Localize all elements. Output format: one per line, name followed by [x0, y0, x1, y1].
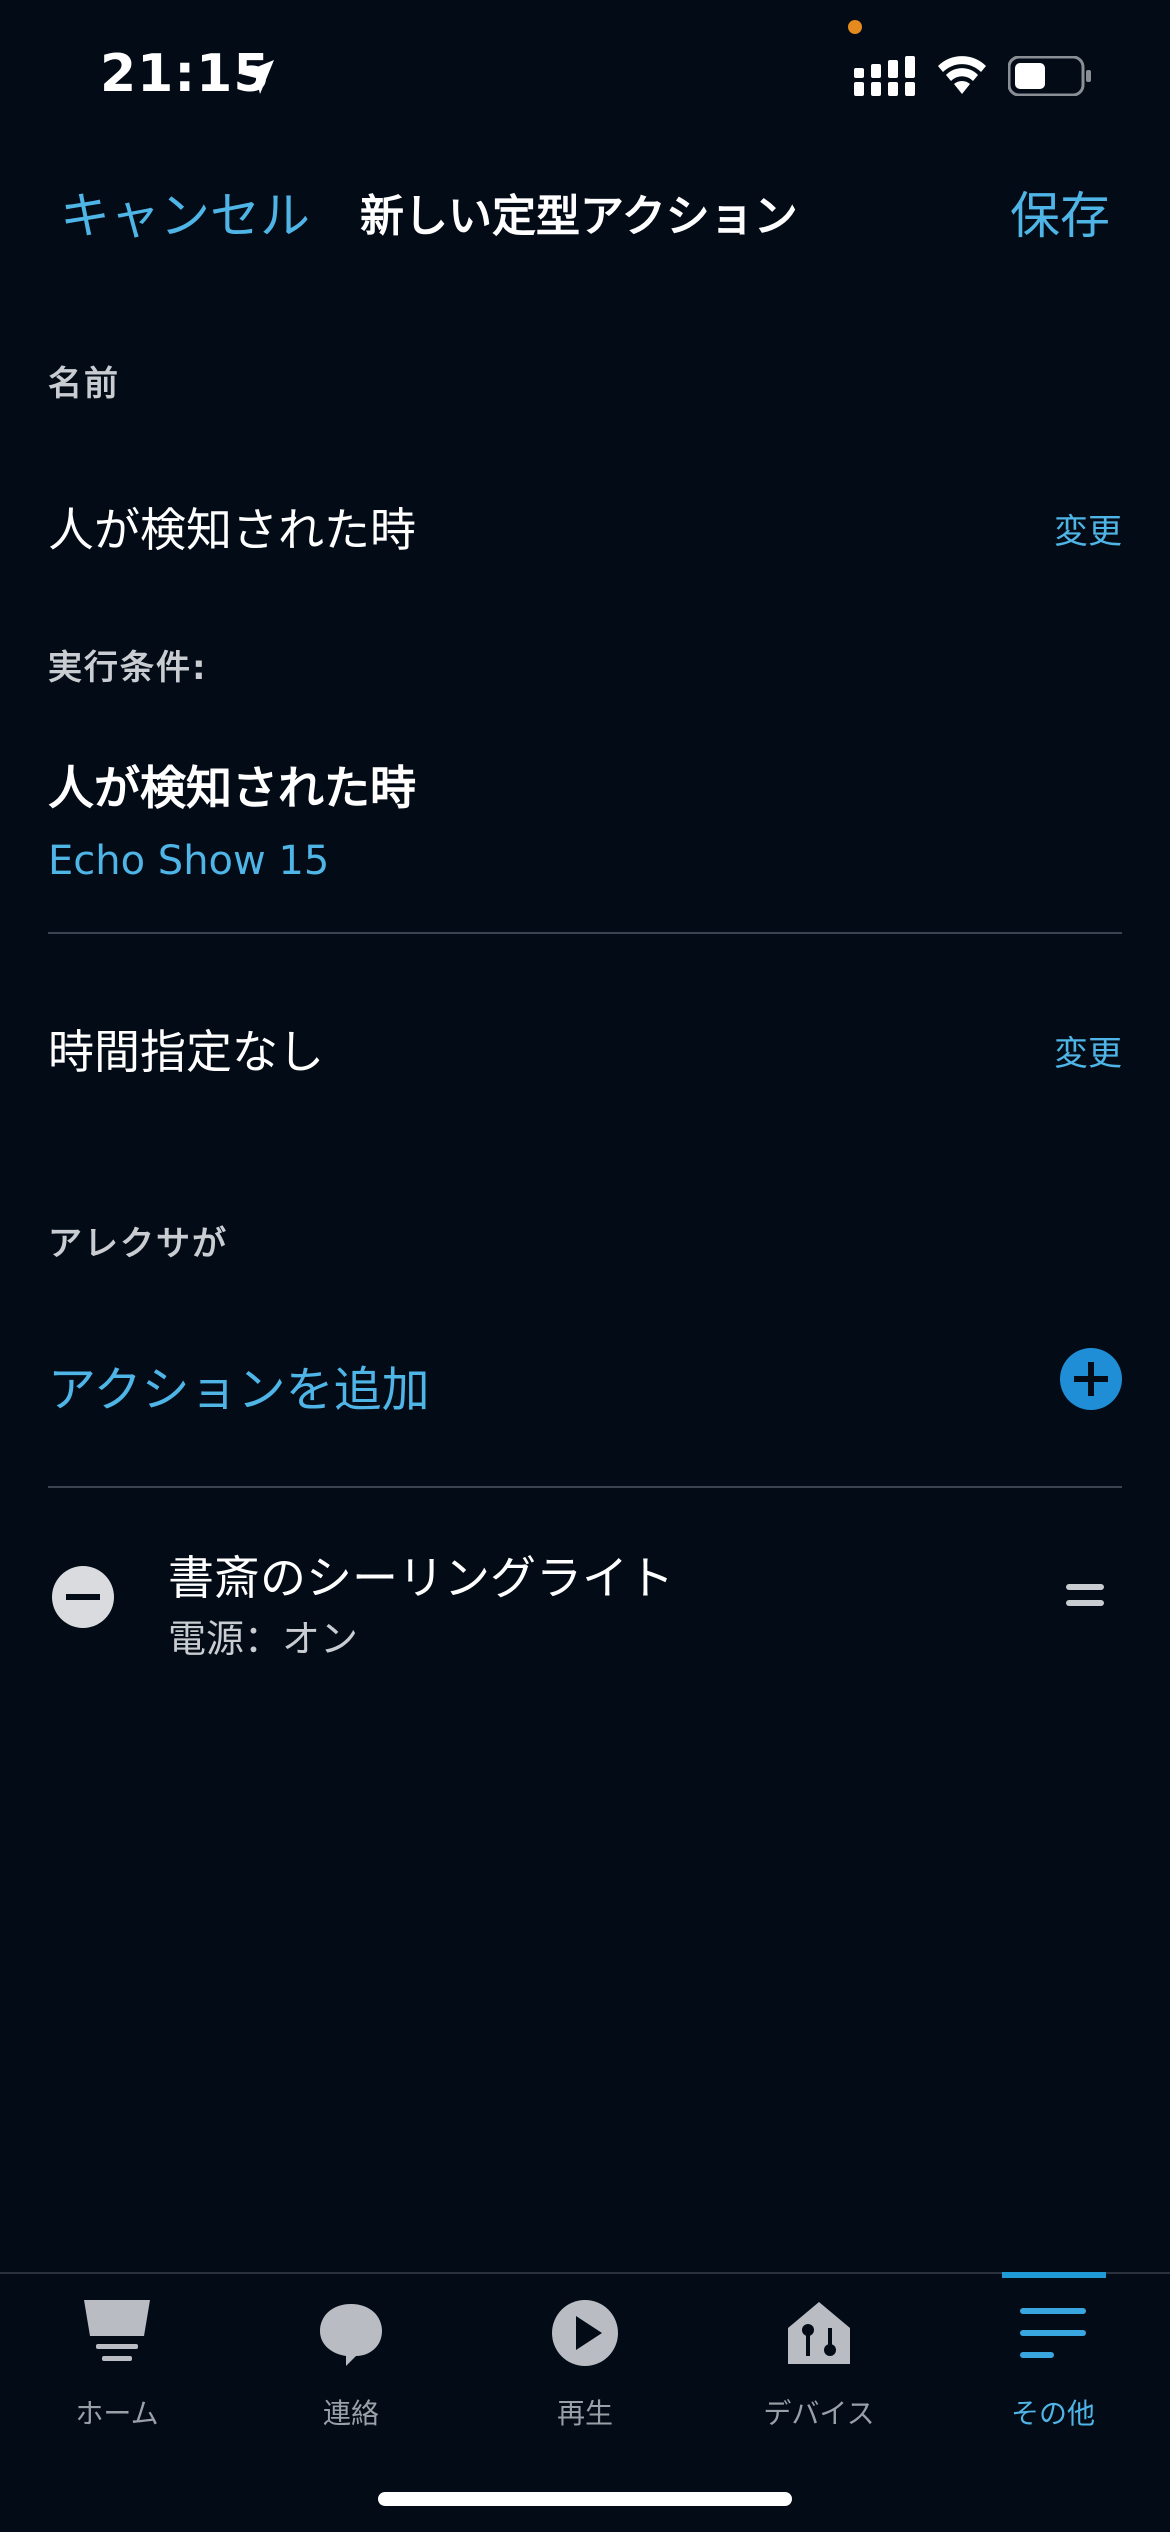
- home-icon: [84, 2300, 150, 2361]
- divider: [48, 1486, 1122, 1488]
- drag-handle-icon[interactable]: [1066, 1584, 1104, 1610]
- schedule-value: 時間指定なし: [48, 1025, 324, 1079]
- name-section-label: 名前: [48, 364, 120, 404]
- battery-icon: [1008, 56, 1091, 96]
- chat-bubble-icon: [320, 2304, 382, 2366]
- add-action-plus-icon[interactable]: [1060, 1348, 1122, 1410]
- wifi-icon: [938, 56, 986, 94]
- menu-icon: [1020, 2308, 1086, 2358]
- change-name-button[interactable]: 変更: [1054, 504, 1122, 553]
- home-indicator-bar[interactable]: [378, 2492, 792, 2506]
- play-icon: [552, 2300, 618, 2366]
- divider: [48, 932, 1122, 934]
- tab-play-label: 再生: [556, 2397, 613, 2430]
- cellular-signal-icon: [854, 56, 915, 96]
- routine-name-value: 人が検知された時: [48, 503, 416, 557]
- alexa-section-label: アレクサが: [48, 1224, 228, 1264]
- tab-communicate-label: 連絡: [322, 2397, 379, 2430]
- active-tab-indicator: [1002, 2272, 1106, 2278]
- cancel-button[interactable]: キャンセル: [60, 176, 310, 248]
- tab-more-label: その他: [1010, 2397, 1095, 2430]
- trigger-device-link[interactable]: Echo Show 15: [48, 838, 329, 884]
- tab-devices[interactable]: デバイス: [702, 2274, 936, 2474]
- tab-communicate[interactable]: 連絡: [234, 2274, 468, 2474]
- save-button[interactable]: 保存: [1010, 176, 1110, 248]
- tab-devices-label: デバイス: [763, 2397, 875, 2430]
- action-device-name: 書斎のシーリングライト: [168, 1551, 674, 1605]
- tab-play[interactable]: 再生: [468, 2274, 702, 2474]
- status-bar: 21:15: [0, 0, 1170, 150]
- devices-icon: [788, 2302, 850, 2364]
- routine-editor-screen: 21:15 キャンセル 新しい定型アクション 保存 名前 人が検知された時 変更…: [0, 0, 1170, 2532]
- change-schedule-button[interactable]: 変更: [1054, 1026, 1122, 1075]
- trigger-section-label: 実行条件:: [48, 648, 208, 688]
- location-arrow-icon: [240, 60, 274, 94]
- tab-home-label: ホーム: [75, 2397, 159, 2430]
- tab-home[interactable]: ホーム: [0, 2274, 234, 2474]
- tab-more[interactable]: その他: [936, 2274, 1170, 2474]
- add-action-button[interactable]: アクションを追加: [48, 1350, 430, 1420]
- remove-action-minus-icon[interactable]: [52, 1566, 114, 1628]
- trigger-title[interactable]: 人が検知された時: [48, 752, 416, 818]
- privacy-indicator-dot: [848, 20, 862, 34]
- action-detail: 電源：オン: [168, 1617, 359, 1661]
- page-title: 新しい定型アクション: [360, 191, 798, 242]
